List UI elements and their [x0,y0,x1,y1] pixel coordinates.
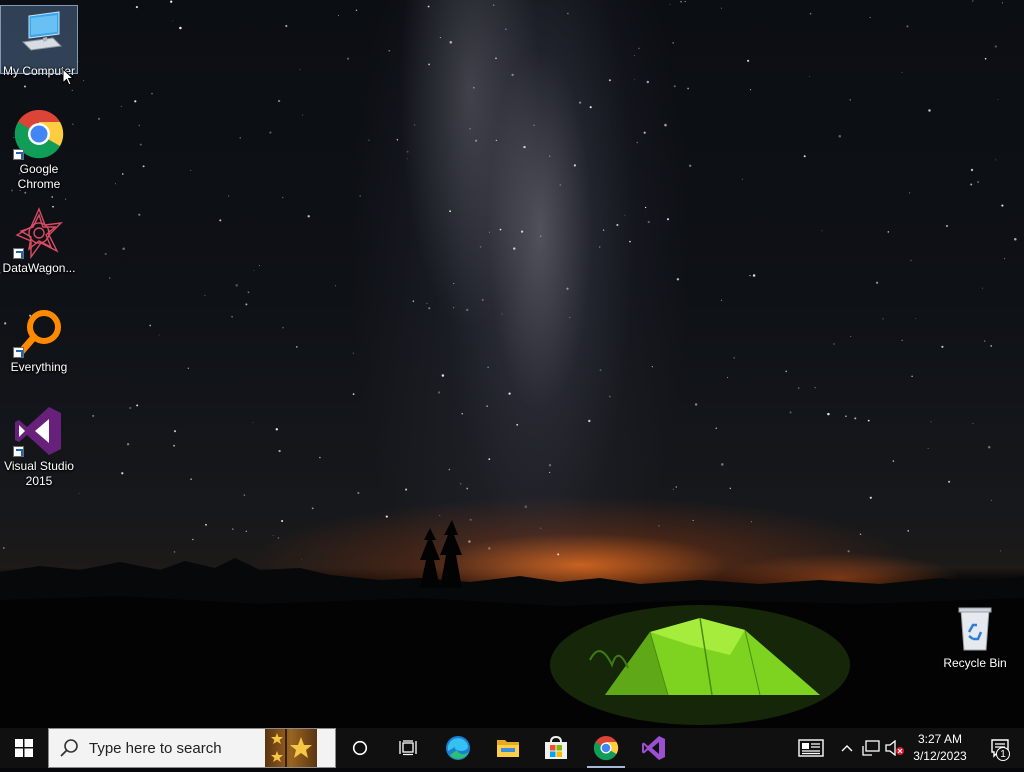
desktop-wallpaper [0,0,1024,728]
green-tent [550,605,850,725]
store-icon [545,736,567,759]
folder-icon [497,740,519,757]
cortana-button[interactable] [336,728,384,768]
task-view-icon [399,740,417,756]
taskbar: Type here to search 3:27 AM 3/12/2023 1 [0,728,1024,768]
notification-count-badge: 1 [996,747,1010,761]
recycle-bin-icon [949,602,1001,654]
chrome-icon [13,108,65,160]
taskbar-app-file-explorer[interactable] [484,728,532,768]
desktop-icon-label: Everything [10,360,68,374]
show-hidden-icons-button[interactable] [838,728,856,768]
edge-icon [446,736,470,760]
desktop-icon-label: DataWagon... [2,261,76,275]
taskbar-app-edge[interactable] [434,728,482,768]
clock-time: 3:27 AM [917,732,963,746]
shortcut-arrow-icon [13,347,24,358]
volume-button[interactable] [884,728,906,768]
windows-logo-icon [15,739,33,757]
network-button[interactable] [860,728,882,768]
news-and-interests-button[interactable] [796,728,826,768]
desktop-icon-label: Visual Studio 2015 [4,459,74,488]
search-highlight-image [265,729,317,767]
shortcut-arrow-icon [13,248,24,259]
computer-icon [13,10,65,62]
network-icon [862,740,880,756]
chrome-icon [593,736,619,761]
taskbar-app-store[interactable] [532,728,580,768]
desktop-icon-label: Google Chrome [17,162,61,191]
taskbar-app-chrome[interactable] [582,728,630,768]
search-placeholder: Type here to search [89,739,222,757]
volume-muted-icon [885,740,904,756]
chevron-up-icon [841,745,853,752]
taskbar-search-box[interactable]: Type here to search [48,728,336,768]
desktop-icon-visual-studio-2015[interactable]: Visual Studio 2015 [1,401,77,489]
desktop-icon-google-chrome[interactable]: Google Chrome [1,104,77,192]
cortana-circle-icon [352,740,368,756]
mouse-cursor-icon [62,68,75,86]
desktop-icon-my-computer[interactable]: My Computer [0,5,78,78]
shortcut-arrow-icon [13,446,24,457]
task-view-button[interactable] [384,728,432,768]
desktop-icon-datawagon[interactable]: DataWagon... [1,203,77,276]
desktop-icon-recycle-bin[interactable]: Recycle Bin [937,598,1013,671]
desktop-icon-label: Recycle Bin [943,656,1007,670]
taskbar-app-visual-studio[interactable] [630,728,678,768]
desktop-icon-everything[interactable]: Everything [1,302,77,375]
action-center-button[interactable]: 1 [982,728,1018,768]
datawagon-icon [13,207,65,260]
visual-studio-icon [13,405,65,457]
everything-search-icon [13,306,65,358]
mountain-silhouette [0,520,1024,728]
clock-date: 3/12/2023 [913,749,967,763]
shortcut-arrow-icon [13,149,24,160]
taskbar-clock[interactable]: 3:27 AM 3/12/2023 [904,728,976,768]
start-button[interactable] [0,728,48,768]
search-icon [60,739,78,757]
visual-studio-icon [642,736,665,760]
news-icon [798,739,824,757]
